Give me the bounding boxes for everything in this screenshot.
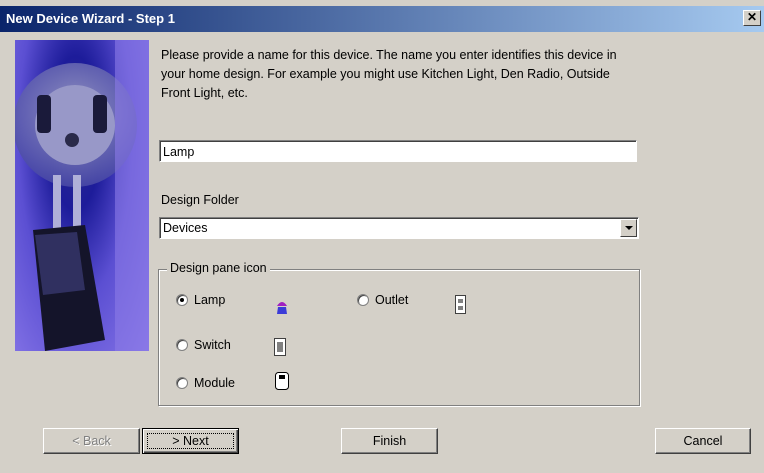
- design-folder-value: Devices: [163, 221, 208, 235]
- focus-rect: [147, 433, 234, 449]
- finish-button[interactable]: Finish: [341, 428, 438, 454]
- lamp-icon: [277, 302, 287, 314]
- wizard-plug-image: [15, 40, 149, 351]
- module-icon: [275, 372, 289, 390]
- device-name-input[interactable]: Lamp: [159, 140, 637, 162]
- switch-icon: [274, 338, 286, 356]
- radio-button[interactable]: [176, 339, 188, 351]
- instructions-text: Please provide a name for this device. T…: [161, 48, 617, 100]
- radio-label: Outlet: [375, 293, 409, 307]
- outlet-icon: [455, 295, 466, 314]
- design-folder-label: Design Folder: [161, 193, 239, 207]
- radio-button[interactable]: [357, 294, 369, 306]
- design-pane-icon-group: Design pane icon Lamp Outlet Switch Modu…: [158, 261, 640, 406]
- title-bar[interactable]: New Device Wizard - Step 1 ✕: [0, 6, 764, 32]
- radio-switch[interactable]: Switch: [176, 338, 231, 352]
- close-icon: ✕: [746, 10, 758, 24]
- radio-lamp[interactable]: Lamp: [176, 293, 225, 307]
- radio-module[interactable]: Module: [176, 376, 235, 390]
- cancel-button[interactable]: Cancel: [655, 428, 751, 454]
- next-button[interactable]: > Next: [142, 428, 239, 454]
- radio-label: Lamp: [194, 293, 226, 307]
- radio-label: Module: [194, 376, 235, 390]
- radio-button[interactable]: [176, 294, 188, 306]
- close-button[interactable]: ✕: [743, 10, 761, 26]
- window-title: New Device Wizard - Step 1: [6, 11, 175, 26]
- new-device-wizard-dialog: New Device Wizard - Step 1 ✕ Please prov…: [0, 0, 764, 473]
- radio-label: Switch: [194, 338, 231, 352]
- radio-outlet[interactable]: Outlet: [357, 293, 408, 307]
- chevron-down-icon[interactable]: [620, 219, 637, 237]
- group-legend: Design pane icon: [167, 261, 270, 275]
- back-button[interactable]: < Back: [43, 428, 140, 454]
- design-folder-select[interactable]: Devices: [159, 217, 639, 239]
- radio-button[interactable]: [176, 377, 188, 389]
